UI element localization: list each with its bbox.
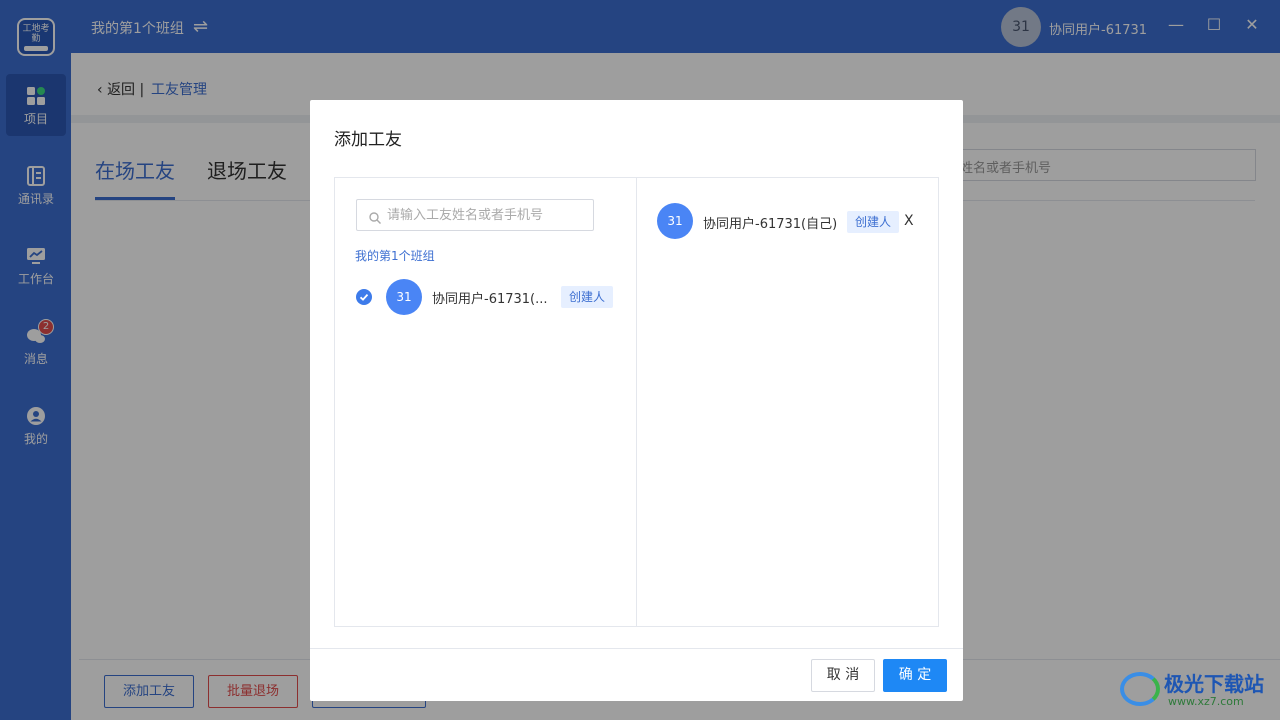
creator-tag: 创建人: [847, 211, 900, 233]
avatar: 31: [386, 279, 422, 315]
cancel-button[interactable]: 取 消: [811, 659, 875, 692]
candidate-list-pane: 我的第1个班组 31 协同用户-61731(... 创建人: [335, 178, 637, 626]
search-input[interactable]: [387, 201, 587, 229]
creator-tag: 创建人: [561, 286, 614, 308]
watermark-text: 极光下载站: [1164, 672, 1264, 696]
checkbox-checked-icon[interactable]: [356, 289, 372, 305]
selected-member-name: 协同用户-61731(自己): [703, 217, 838, 232]
avatar: 31: [657, 203, 693, 239]
dialog-footer: 取 消 确 定: [310, 648, 963, 701]
search-icon: [369, 209, 381, 224]
selection-panes: 我的第1个班组 31 协同用户-61731(... 创建人 31 协同用户-61…: [334, 177, 939, 627]
remove-selected-icon[interactable]: X: [904, 213, 914, 229]
search-field[interactable]: [356, 199, 594, 231]
dialog-title: 添加工友: [334, 130, 402, 150]
list-item[interactable]: 31 协同用户-61731(... 创建人: [355, 279, 625, 315]
confirm-button[interactable]: 确 定: [883, 659, 947, 692]
selected-list-pane: 31 协同用户-61731(自己) 创建人 X: [637, 178, 938, 626]
watermark-url: www.xz7.com: [1168, 695, 1244, 708]
watermark: 极光下载站 www.xz7.com: [1118, 668, 1278, 716]
group-label: 我的第1个班组: [355, 249, 435, 263]
member-name: 协同用户-61731(...: [432, 292, 548, 307]
add-worker-dialog: 添加工友 我的第1个班组 31 协同用户-61731(... 创建人 31 协同…: [310, 100, 963, 701]
watermark-logo-icon: [1120, 672, 1160, 706]
